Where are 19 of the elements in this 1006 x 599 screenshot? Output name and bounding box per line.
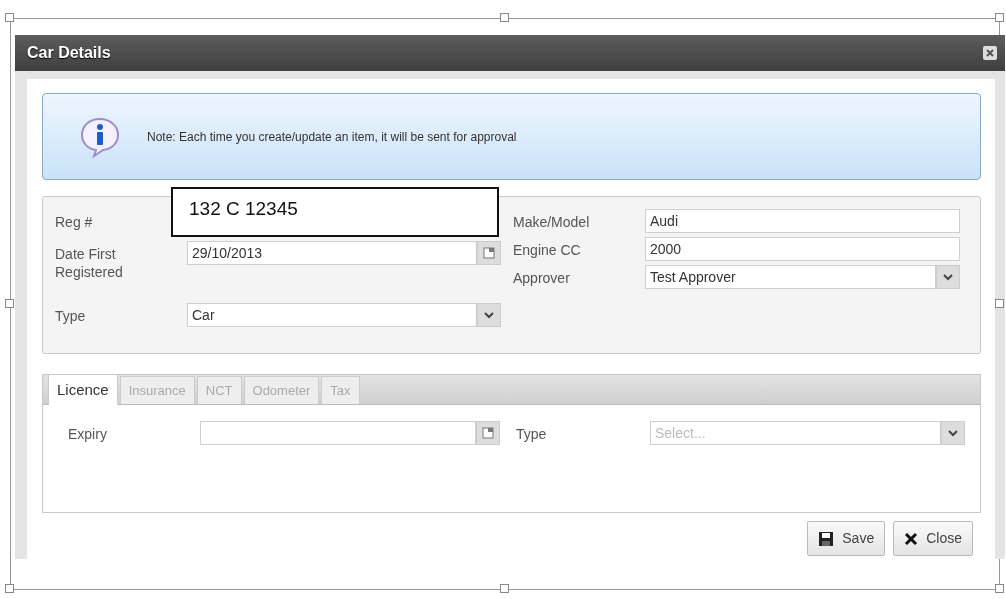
reg-number-field[interactable]: 132 C 12345 bbox=[171, 187, 499, 237]
note-text: Note: Each time you create/update an item, it will be sent for approval bbox=[147, 128, 517, 146]
field-label: Date First Registered bbox=[55, 245, 124, 281]
field-label: Approver bbox=[513, 269, 571, 287]
field-label: Engine CC bbox=[513, 241, 582, 259]
input-field[interactable]: 29/10/2013 bbox=[187, 241, 477, 265]
input-field[interactable]: Audi bbox=[645, 209, 960, 233]
dropdown[interactable]: Test Approver bbox=[645, 265, 936, 289]
field-label: Reg # bbox=[55, 213, 94, 231]
window-title: Car Details bbox=[27, 43, 111, 63]
close-button[interactable]: Close bbox=[893, 521, 973, 556]
save-button[interactable]: Save bbox=[807, 521, 886, 556]
field-label: Type bbox=[516, 425, 548, 443]
tab[interactable]: Licence bbox=[48, 373, 118, 405]
field-label: Type bbox=[55, 307, 87, 325]
dropdown[interactable]: Car bbox=[187, 303, 477, 327]
input-field[interactable]: 2000 bbox=[645, 237, 960, 261]
field-label: Make/Model bbox=[513, 213, 591, 231]
field-label: Expiry bbox=[68, 425, 108, 443]
